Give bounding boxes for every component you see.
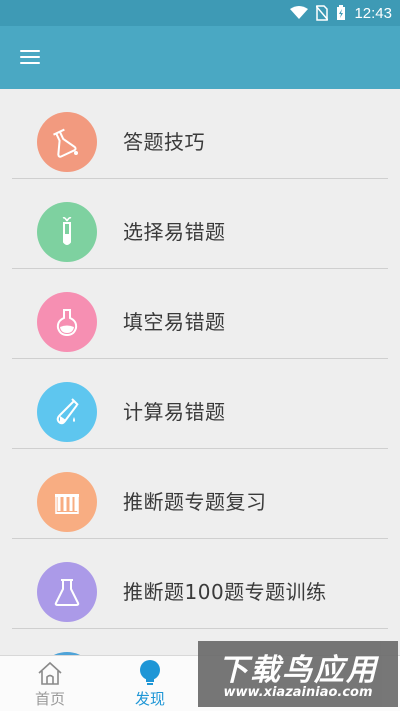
tab-discover[interactable]: 发现 [100, 656, 200, 711]
app-bar [0, 26, 400, 89]
item-label: 答题技巧 [123, 130, 205, 154]
watermark-logo: 下载鸟应用 www.xiazainiao.com [198, 641, 398, 707]
list-item-calc-errors[interactable]: 计算易错题 [0, 359, 400, 449]
tab-home[interactable]: 首页 [0, 656, 100, 711]
watermark-url: www.xiazainiao.com [223, 685, 373, 700]
round-flask-icon [37, 292, 97, 352]
status-bar: 12:43 [0, 0, 400, 26]
home-icon [38, 661, 62, 685]
flask-pour-icon [37, 112, 97, 172]
watermark-title: 下载鸟应用 [218, 653, 378, 688]
test-tube-icon [37, 202, 97, 262]
menu-icon[interactable] [20, 46, 44, 68]
item-label: 填空易错题 [123, 310, 226, 334]
tab-home-label: 首页 [34, 690, 65, 708]
wifi-icon [290, 6, 309, 19]
no-sim-icon [316, 5, 329, 21]
topic-list: 答题技巧 选择易错题 填空易错题 计算易错题 推断题专题复习 推断题100题专题… [0, 89, 400, 655]
item-label: 推断题专题复习 [123, 490, 267, 514]
test-tube-rack-icon [37, 472, 97, 532]
list-item-inference-review[interactable]: 推断题专题复习 [0, 449, 400, 539]
item-label: 计算易错题 [123, 400, 226, 424]
lightbulb-icon [140, 660, 160, 685]
battery-charging-icon [337, 5, 346, 20]
pipette-icon [37, 382, 97, 442]
list-item-inference-100[interactable]: 推断题100题专题训练 [0, 539, 400, 629]
item-label: 选择易错题 [123, 220, 226, 244]
status-time: 12:43 [354, 4, 392, 22]
list-item-answer-tips[interactable]: 答题技巧 [0, 89, 400, 179]
tab-discover-label: 发现 [134, 690, 165, 708]
item-label: 推断题100题专题训练 [123, 580, 327, 604]
beaker-icon [37, 562, 97, 622]
list-item-fill-blank-errors[interactable]: 填空易错题 [0, 269, 400, 359]
list-item-choice-errors[interactable]: 选择易错题 [0, 179, 400, 269]
